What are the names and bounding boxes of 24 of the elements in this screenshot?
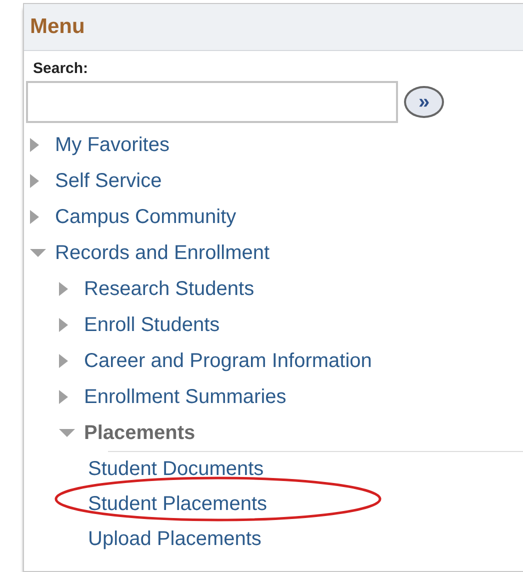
- menu-folder-link[interactable]: Enrollment Summaries: [84, 386, 286, 408]
- menu-link[interactable]: Student Documents: [88, 458, 264, 481]
- expand-arrow-icon[interactable]: [30, 138, 39, 152]
- menu-folder-link[interactable]: My Favorites: [55, 134, 170, 156]
- expand-arrow-icon[interactable]: [59, 282, 68, 296]
- menu-folder-link[interactable]: Placements: [84, 422, 196, 444]
- expand-arrow-icon[interactable]: [30, 210, 39, 224]
- expand-arrow-icon[interactable]: [59, 318, 68, 332]
- menu-folder-link[interactable]: Enroll Students: [84, 314, 220, 336]
- menu-title: Menu: [30, 15, 85, 39]
- menu-link[interactable]: Upload Placements: [88, 528, 262, 551]
- menu-folder-link[interactable]: Career and Program Information: [84, 350, 372, 372]
- expand-arrow-icon[interactable]: [59, 354, 68, 368]
- expand-arrow-icon[interactable]: [30, 174, 39, 188]
- search-go-button[interactable]: »: [404, 86, 444, 118]
- menu-folder-link[interactable]: Campus Community: [55, 206, 236, 228]
- expand-arrow-icon[interactable]: [59, 390, 68, 404]
- collapse-arrow-icon[interactable]: [59, 428, 75, 438]
- menu-folder-link[interactable]: Research Students: [84, 278, 254, 300]
- search-label: Search:: [33, 60, 90, 77]
- collapse-arrow-icon[interactable]: [30, 248, 46, 258]
- menu-folder-link[interactable]: Records and Enrollment: [55, 242, 270, 264]
- search-field[interactable]: [26, 81, 398, 123]
- menu-folder-link[interactable]: Self Service: [55, 170, 162, 192]
